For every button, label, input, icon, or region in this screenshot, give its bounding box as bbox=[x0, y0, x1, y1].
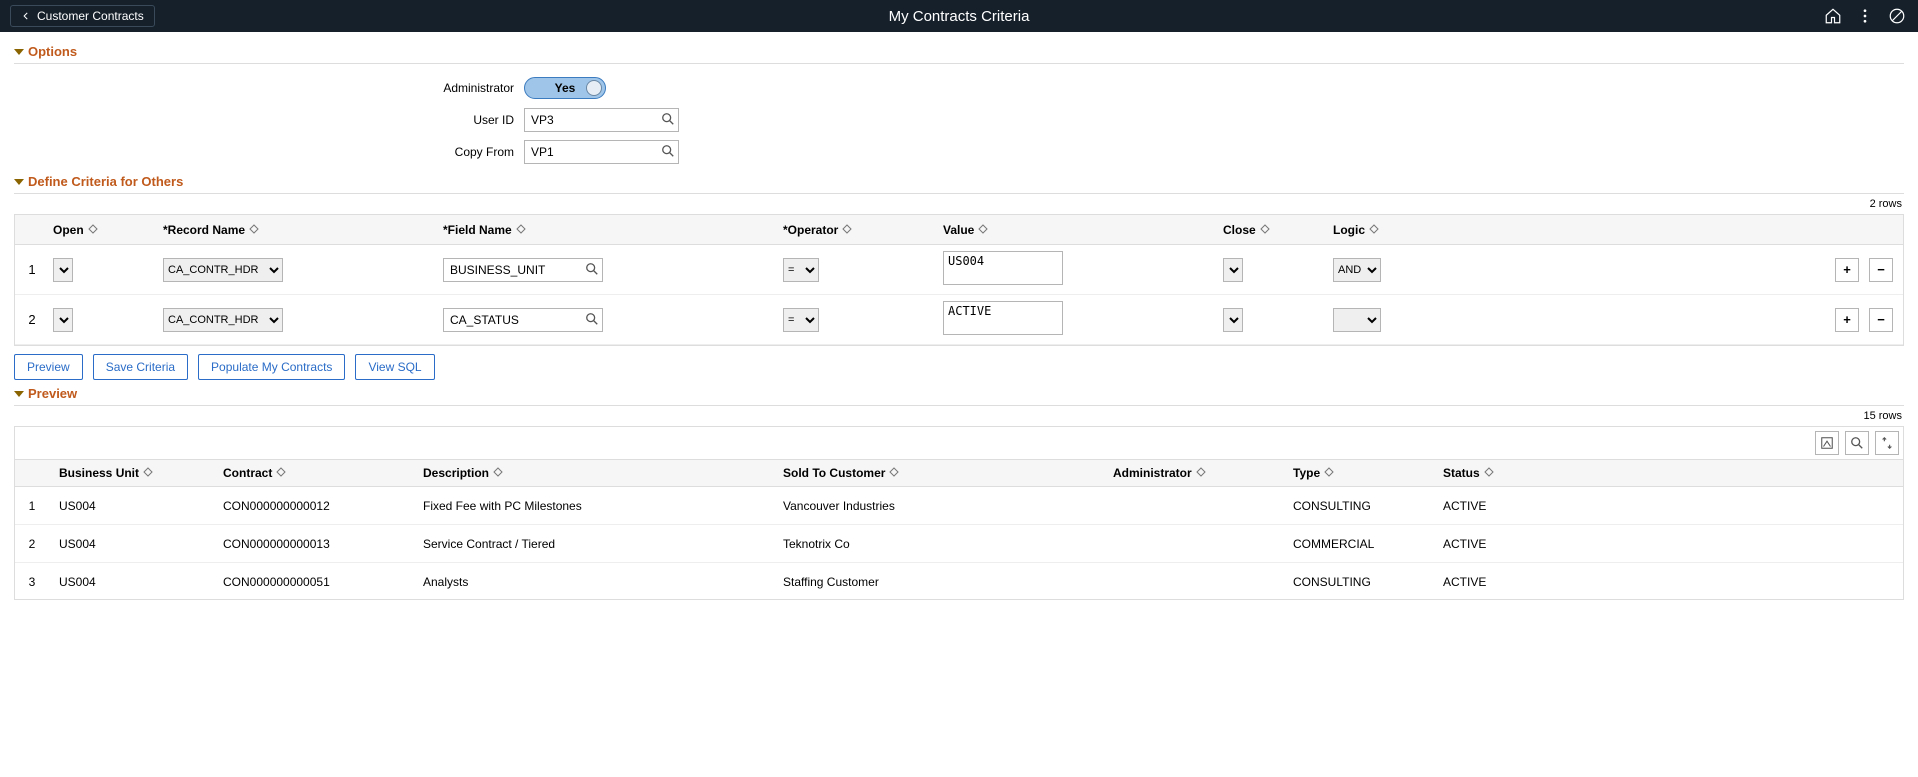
field-lookup-icon[interactable] bbox=[585, 312, 599, 326]
personalize-grid-button[interactable] bbox=[1815, 431, 1839, 455]
col-customer[interactable]: Sold To Customer bbox=[783, 466, 885, 480]
preview-grid: Business Unit Contract Description Sold … bbox=[14, 426, 1904, 600]
copy-from-lookup-icon[interactable] bbox=[661, 144, 675, 158]
operator-select[interactable]: = bbox=[783, 258, 819, 282]
administrator-label: Administrator bbox=[14, 81, 524, 95]
back-button[interactable]: Customer Contracts bbox=[10, 5, 155, 27]
col-open[interactable]: Open bbox=[53, 223, 84, 237]
actions-menu-icon[interactable] bbox=[1856, 7, 1874, 25]
col-logic[interactable]: Logic bbox=[1333, 223, 1365, 237]
criteria-grid-header: Open *Record Name *Field Name *Operator … bbox=[15, 215, 1903, 245]
field-name-input[interactable] bbox=[443, 258, 603, 282]
close-paren-select[interactable] bbox=[1223, 308, 1243, 332]
add-row-button[interactable]: + bbox=[1835, 258, 1859, 282]
section-options-header[interactable]: Options bbox=[14, 44, 1904, 64]
user-id-lookup-icon[interactable] bbox=[661, 112, 675, 126]
view-sql-button[interactable]: View SQL bbox=[355, 354, 434, 380]
user-id-label: User ID bbox=[14, 113, 524, 127]
chevron-left-icon bbox=[21, 10, 31, 22]
section-options-title: Options bbox=[28, 44, 77, 59]
record-name-select[interactable]: CA_CONTR_HDR bbox=[163, 258, 283, 282]
section-preview-title: Preview bbox=[28, 386, 77, 401]
delete-row-button[interactable]: − bbox=[1869, 308, 1893, 332]
section-preview: Preview 15 rows Business Unit Contract D… bbox=[14, 386, 1904, 600]
table-row: 3 US004 CON000000000051 Analysts Staffin… bbox=[15, 563, 1903, 599]
copy-from-input[interactable] bbox=[524, 140, 679, 164]
top-banner: Customer Contracts My Contracts Criteria bbox=[0, 0, 1918, 32]
record-name-select[interactable]: CA_CONTR_HDR bbox=[163, 308, 283, 332]
logic-select[interactable]: AND bbox=[1333, 258, 1381, 282]
home-icon[interactable] bbox=[1824, 7, 1842, 25]
administrator-toggle[interactable]: Yes bbox=[524, 77, 606, 99]
preview-grid-body[interactable]: 1 US004 CON000000000012 Fixed Fee with P… bbox=[15, 487, 1903, 599]
col-description[interactable]: Description bbox=[423, 466, 489, 480]
section-criteria-title: Define Criteria for Others bbox=[28, 174, 183, 189]
field-lookup-icon[interactable] bbox=[585, 262, 599, 276]
col-value[interactable]: Value bbox=[943, 223, 974, 237]
criteria-grid: Open *Record Name *Field Name *Operator … bbox=[14, 214, 1904, 346]
col-business-unit[interactable]: Business Unit bbox=[59, 466, 139, 480]
save-criteria-button[interactable]: Save Criteria bbox=[93, 354, 188, 380]
value-input[interactable]: US004 bbox=[943, 251, 1063, 285]
user-id-input[interactable] bbox=[524, 108, 679, 132]
criteria-row: 1 CA_CONTR_HDR = US004 AND + − bbox=[15, 245, 1903, 295]
populate-button[interactable]: Populate My Contracts bbox=[198, 354, 345, 380]
preview-rows-count: 15 rows bbox=[14, 406, 1904, 426]
criteria-row-number: 1 bbox=[15, 262, 49, 277]
table-row: 2 US004 CON000000000013 Service Contract… bbox=[15, 525, 1903, 563]
open-paren-select[interactable] bbox=[53, 258, 73, 282]
find-in-grid-button[interactable] bbox=[1845, 431, 1869, 455]
logic-select[interactable] bbox=[1333, 308, 1381, 332]
close-paren-select[interactable] bbox=[1223, 258, 1243, 282]
preview-grid-header: Business Unit Contract Description Sold … bbox=[15, 459, 1903, 487]
section-options: Options Administrator Yes User ID bbox=[14, 44, 1904, 168]
operator-select[interactable]: = bbox=[783, 308, 819, 332]
col-contract[interactable]: Contract bbox=[223, 466, 272, 480]
col-record[interactable]: *Record Name bbox=[163, 223, 245, 237]
section-preview-header[interactable]: Preview bbox=[14, 386, 1904, 406]
col-operator[interactable]: *Operator bbox=[783, 223, 838, 237]
nav-compass-icon[interactable] bbox=[1888, 7, 1906, 25]
sort-grid-button[interactable] bbox=[1875, 431, 1899, 455]
add-row-button[interactable]: + bbox=[1835, 308, 1859, 332]
preview-button[interactable]: Preview bbox=[14, 354, 83, 380]
page-title: My Contracts Criteria bbox=[889, 8, 1030, 25]
col-type[interactable]: Type bbox=[1293, 466, 1320, 480]
collapse-options-icon bbox=[14, 49, 24, 55]
toggle-knob bbox=[586, 80, 602, 96]
section-criteria: Define Criteria for Others 2 rows Open *… bbox=[14, 174, 1904, 380]
section-criteria-header[interactable]: Define Criteria for Others bbox=[14, 174, 1904, 194]
col-status[interactable]: Status bbox=[1443, 466, 1480, 480]
criteria-row: 2 CA_CONTR_HDR = ACTIVE + − bbox=[15, 295, 1903, 345]
criteria-row-number: 2 bbox=[15, 312, 49, 327]
collapse-criteria-icon bbox=[14, 179, 24, 185]
copy-from-label: Copy From bbox=[14, 145, 524, 159]
delete-row-button[interactable]: − bbox=[1869, 258, 1893, 282]
col-close[interactable]: Close bbox=[1223, 223, 1256, 237]
open-paren-select[interactable] bbox=[53, 308, 73, 332]
value-input[interactable]: ACTIVE bbox=[943, 301, 1063, 335]
field-name-input[interactable] bbox=[443, 308, 603, 332]
back-button-label: Customer Contracts bbox=[37, 9, 144, 23]
col-field[interactable]: *Field Name bbox=[443, 223, 512, 237]
criteria-rows-count: 2 rows bbox=[14, 194, 1904, 214]
collapse-preview-icon bbox=[14, 391, 24, 397]
table-row: 1 US004 CON000000000012 Fixed Fee with P… bbox=[15, 487, 1903, 525]
col-administrator[interactable]: Administrator bbox=[1113, 466, 1192, 480]
